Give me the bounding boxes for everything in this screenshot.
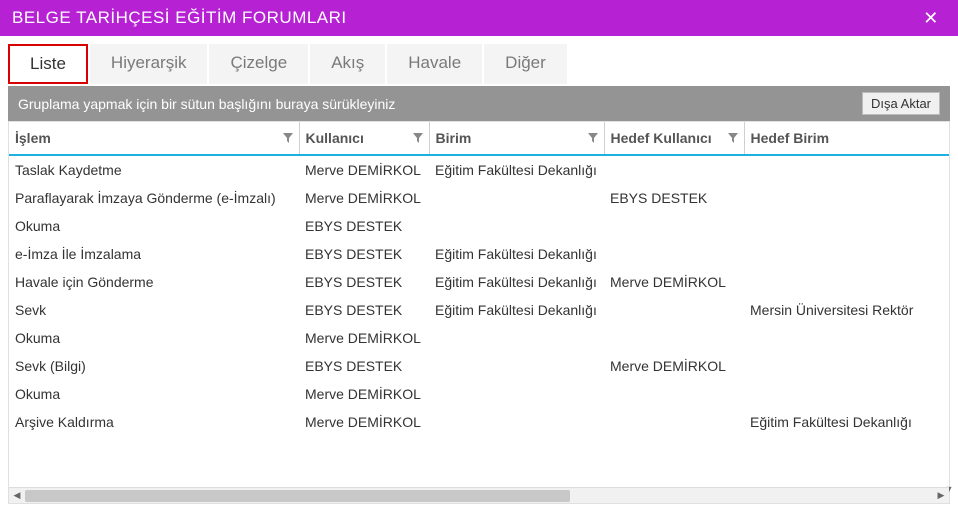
- tab-hiyerarşik[interactable]: Hiyerarşik: [90, 44, 208, 84]
- cell-hedefBirim: [744, 352, 949, 380]
- group-panel[interactable]: Gruplama yapmak için bir sütun başlığını…: [8, 86, 950, 121]
- cell-hedefBirim: Mersin Üniversitesi Rektör: [744, 296, 949, 324]
- cell-kullanici: EBYS DESTEK: [299, 240, 429, 268]
- scroll-right-arrow-icon[interactable]: ▶: [933, 488, 949, 504]
- cell-hedefKullanici: [604, 212, 744, 240]
- close-icon[interactable]: ✕: [916, 8, 946, 29]
- cell-kullanici: Merve DEMİRKOL: [299, 324, 429, 352]
- cell-islem: Havale için Gönderme: [9, 268, 299, 296]
- filter-icon[interactable]: [413, 133, 423, 143]
- horizontal-scrollbar[interactable]: ◀ ▶: [9, 487, 949, 503]
- tab-akış[interactable]: Akış: [310, 44, 385, 84]
- cell-hedefBirim: Eğitim Fakültesi Dekanlığı: [744, 408, 949, 436]
- export-button[interactable]: Dışa Aktar: [862, 92, 940, 115]
- content-area: ListeHiyerarşikÇizelgeAkışHavaleDiğer Gr…: [0, 36, 958, 512]
- table-row[interactable]: Havale için GöndermeEBYS DESTEKEğitim Fa…: [9, 268, 949, 296]
- tab-liste[interactable]: Liste: [8, 44, 88, 84]
- cell-islem: Okuma: [9, 380, 299, 408]
- cell-hedefBirim: [744, 324, 949, 352]
- cell-birim: [429, 408, 604, 436]
- cell-birim: [429, 352, 604, 380]
- column-header-label: Hedef Birim: [751, 130, 830, 146]
- cell-birim: [429, 212, 604, 240]
- cell-kullanici: Merve DEMİRKOL: [299, 408, 429, 436]
- cell-birim: [429, 380, 604, 408]
- cell-birim: Eğitim Fakültesi Dekanlığı: [429, 240, 604, 268]
- hscroll-track[interactable]: [25, 488, 933, 503]
- cell-hedefKullanici: [604, 324, 744, 352]
- column-header-hedefBirim[interactable]: Hedef Birim: [744, 122, 949, 155]
- tab-bar: ListeHiyerarşikÇizelgeAkışHavaleDiğer: [8, 44, 950, 84]
- cell-hedefBirim: [744, 240, 949, 268]
- cell-kullanici: Merve DEMİRKOL: [299, 155, 429, 184]
- table-row[interactable]: Taslak KaydetmeMerve DEMİRKOLEğitim Fakü…: [9, 155, 949, 184]
- cell-kullanici: Merve DEMİRKOL: [299, 184, 429, 212]
- table-row[interactable]: Sevk (Bilgi)EBYS DESTEK Merve DEMİRKOL: [9, 352, 949, 380]
- cell-hedefBirim: [744, 155, 949, 184]
- cell-islem: Paraflayarak İmzaya Gönderme (e-İmzalı): [9, 184, 299, 212]
- table-row[interactable]: Arşive KaldırmaMerve DEMİRKOL Eğitim Fakü…: [9, 408, 949, 436]
- cell-kullanici: EBYS DESTEK: [299, 268, 429, 296]
- column-header-label: Birim: [436, 130, 472, 146]
- cell-hedefKullanici: [604, 408, 744, 436]
- column-header-label: İşlem: [15, 130, 51, 146]
- cell-islem: Taslak Kaydetme: [9, 155, 299, 184]
- filter-icon[interactable]: [728, 133, 738, 143]
- group-panel-text: Gruplama yapmak için bir sütun başlığını…: [18, 96, 862, 112]
- table-row[interactable]: OkumaEBYS DESTEK: [9, 212, 949, 240]
- table-row[interactable]: OkumaMerve DEMİRKOL: [9, 324, 949, 352]
- tab-diğer[interactable]: Diğer: [484, 44, 567, 84]
- scroll-left-arrow-icon[interactable]: ◀: [9, 488, 25, 504]
- column-header-kullanici[interactable]: Kullanıcı: [299, 122, 429, 155]
- table-row[interactable]: e-İmza İle İmzalamaEBYS DESTEKEğitim Fak…: [9, 240, 949, 268]
- table-row[interactable]: OkumaMerve DEMİRKOL: [9, 380, 949, 408]
- cell-hedefBirim: [744, 268, 949, 296]
- hscroll-thumb[interactable]: [25, 490, 570, 502]
- cell-hedefBirim: [744, 380, 949, 408]
- cell-hedefKullanici: [604, 240, 744, 268]
- cell-islem: Okuma: [9, 324, 299, 352]
- column-header-birim[interactable]: Birim: [429, 122, 604, 155]
- cell-kullanici: EBYS DESTEK: [299, 296, 429, 324]
- tab-çizelge[interactable]: Çizelge: [209, 44, 308, 84]
- titlebar: BELGE TARİHÇESİ EĞİTİM FORUMLARI ✕: [0, 0, 958, 36]
- cell-birim: Eğitim Fakültesi Dekanlığı: [429, 296, 604, 324]
- cell-hedefKullanici: [604, 296, 744, 324]
- filter-icon[interactable]: [283, 133, 293, 143]
- cell-birim: Eğitim Fakültesi Dekanlığı: [429, 155, 604, 184]
- cell-hedefKullanici: EBYS DESTEK: [604, 184, 744, 212]
- table-row[interactable]: SevkEBYS DESTEKEğitim Fakültesi Dekanlığ…: [9, 296, 949, 324]
- cell-islem: Sevk (Bilgi): [9, 352, 299, 380]
- window: BELGE TARİHÇESİ EĞİTİM FORUMLARI ✕ Liste…: [0, 0, 958, 512]
- cell-kullanici: EBYS DESTEK: [299, 212, 429, 240]
- cell-islem: Arşive Kaldırma: [9, 408, 299, 436]
- table-row[interactable]: Paraflayarak İmzaya Gönderme (e-İmzalı)M…: [9, 184, 949, 212]
- cell-hedefBirim: [744, 212, 949, 240]
- cell-birim: Eğitim Fakültesi Dekanlığı: [429, 268, 604, 296]
- filter-icon[interactable]: [588, 133, 598, 143]
- tab-havale[interactable]: Havale: [387, 44, 482, 84]
- data-table: İşlem Kullanıcı Birim Hedef Kullanıcı Hedef …: [9, 122, 949, 436]
- cell-hedefKullanici: [604, 380, 744, 408]
- cell-islem: Okuma: [9, 212, 299, 240]
- cell-kullanici: EBYS DESTEK: [299, 352, 429, 380]
- column-header-label: Kullanıcı: [306, 130, 364, 146]
- column-header-islem[interactable]: İşlem: [9, 122, 299, 155]
- cell-birim: [429, 184, 604, 212]
- grid-scroll[interactable]: İşlem Kullanıcı Birim Hedef Kullanıcı Hedef …: [9, 122, 949, 487]
- cell-hedefKullanici: Merve DEMİRKOL: [604, 268, 744, 296]
- cell-islem: Sevk: [9, 296, 299, 324]
- cell-islem: e-İmza İle İmzalama: [9, 240, 299, 268]
- column-header-hedefKullanici[interactable]: Hedef Kullanıcı: [604, 122, 744, 155]
- cell-kullanici: Merve DEMİRKOL: [299, 380, 429, 408]
- cell-hedefBirim: [744, 184, 949, 212]
- column-header-label: Hedef Kullanıcı: [611, 130, 712, 146]
- window-title: BELGE TARİHÇESİ EĞİTİM FORUMLARI: [12, 8, 916, 28]
- cell-hedefKullanici: [604, 155, 744, 184]
- cell-hedefKullanici: Merve DEMİRKOL: [604, 352, 744, 380]
- cell-birim: [429, 324, 604, 352]
- grid: İşlem Kullanıcı Birim Hedef Kullanıcı Hedef …: [8, 121, 950, 504]
